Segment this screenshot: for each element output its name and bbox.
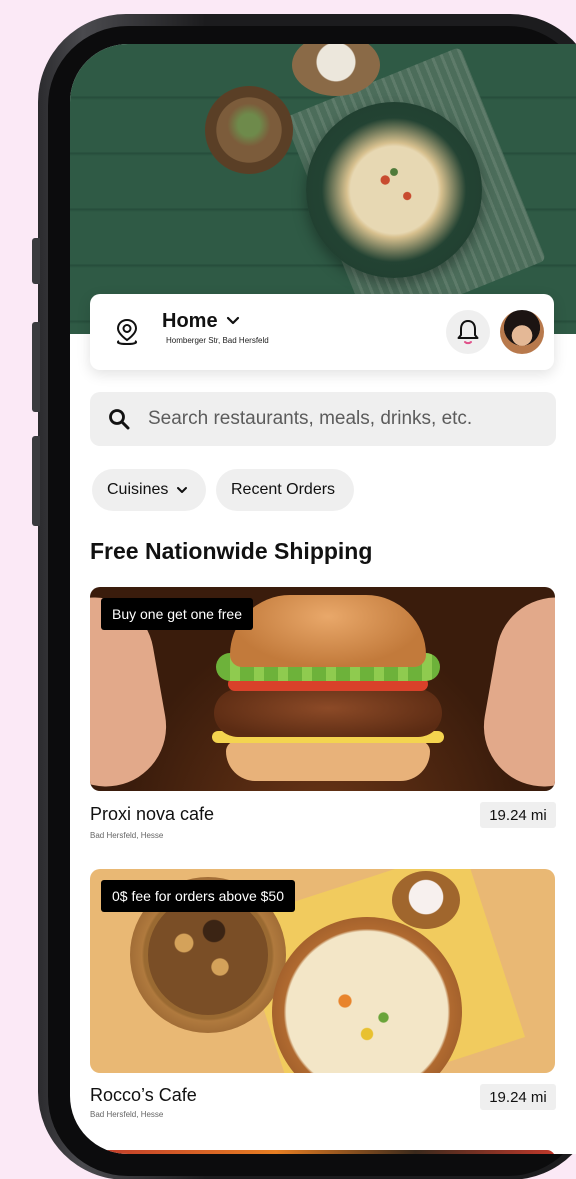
search-input[interactable] [148,392,538,446]
phone-volume-up [32,322,40,412]
food-bowl-sauce [392,871,460,929]
restaurant-card-image[interactable]: 0$ fee for orders above $50 [90,869,555,1073]
hero-pasta-plate [306,102,482,278]
hero-image [70,44,576,334]
location-header[interactable]: Home Homberger Str, Bad Hersfeld [90,294,554,370]
promo-badge: 0$ fee for orders above $50 [101,880,296,912]
phone-volume-down [32,436,40,526]
filter-chip-label: Recent Orders [231,481,336,498]
user-avatar[interactable] [500,310,544,354]
search-bar[interactable] [90,392,556,446]
hero-herb-bowl [205,86,293,174]
location-pin-icon [116,318,138,346]
restaurant-location: Bad Hersfeld, Hesse [90,831,164,840]
burger-hand-right [474,588,555,791]
section-title: Free Nationwide Shipping [90,538,373,564]
burger-bun-bottom [226,741,430,781]
filter-chip-recent-orders[interactable]: Recent Orders [216,469,354,511]
location-subtitle: Homberger Str, Bad Hersfeld [166,336,269,345]
location-title[interactable]: Home [162,310,218,333]
burger-patty [214,689,442,737]
promo-badge: Buy one get one free [101,598,253,630]
app-screen: Home Homberger Str, Bad Hersfeld Cuisine… [70,44,576,1154]
notifications-button[interactable] [446,310,490,354]
next-restaurant-card-peek[interactable] [90,1150,555,1154]
distance-badge: 19.24 mi [480,802,556,828]
restaurant-name[interactable]: Proxi nova cafe [90,804,214,825]
burger-bun-top [230,595,426,667]
bell-icon [457,320,479,345]
filter-chip-cuisines[interactable]: Cuisines [92,469,206,511]
restaurant-card-image[interactable]: Buy one get one free [90,587,555,791]
filter-chip-label: Cuisines [107,481,169,498]
phone-mute-switch [32,238,40,284]
restaurant-location: Bad Hersfeld, Hesse [90,1110,164,1119]
restaurant-name[interactable]: Rocco’s Cafe [90,1085,197,1106]
distance-badge: 19.24 mi [480,1084,556,1110]
search-icon [109,409,130,430]
chevron-down-icon[interactable] [226,314,240,328]
chevron-down-icon [177,487,188,493]
